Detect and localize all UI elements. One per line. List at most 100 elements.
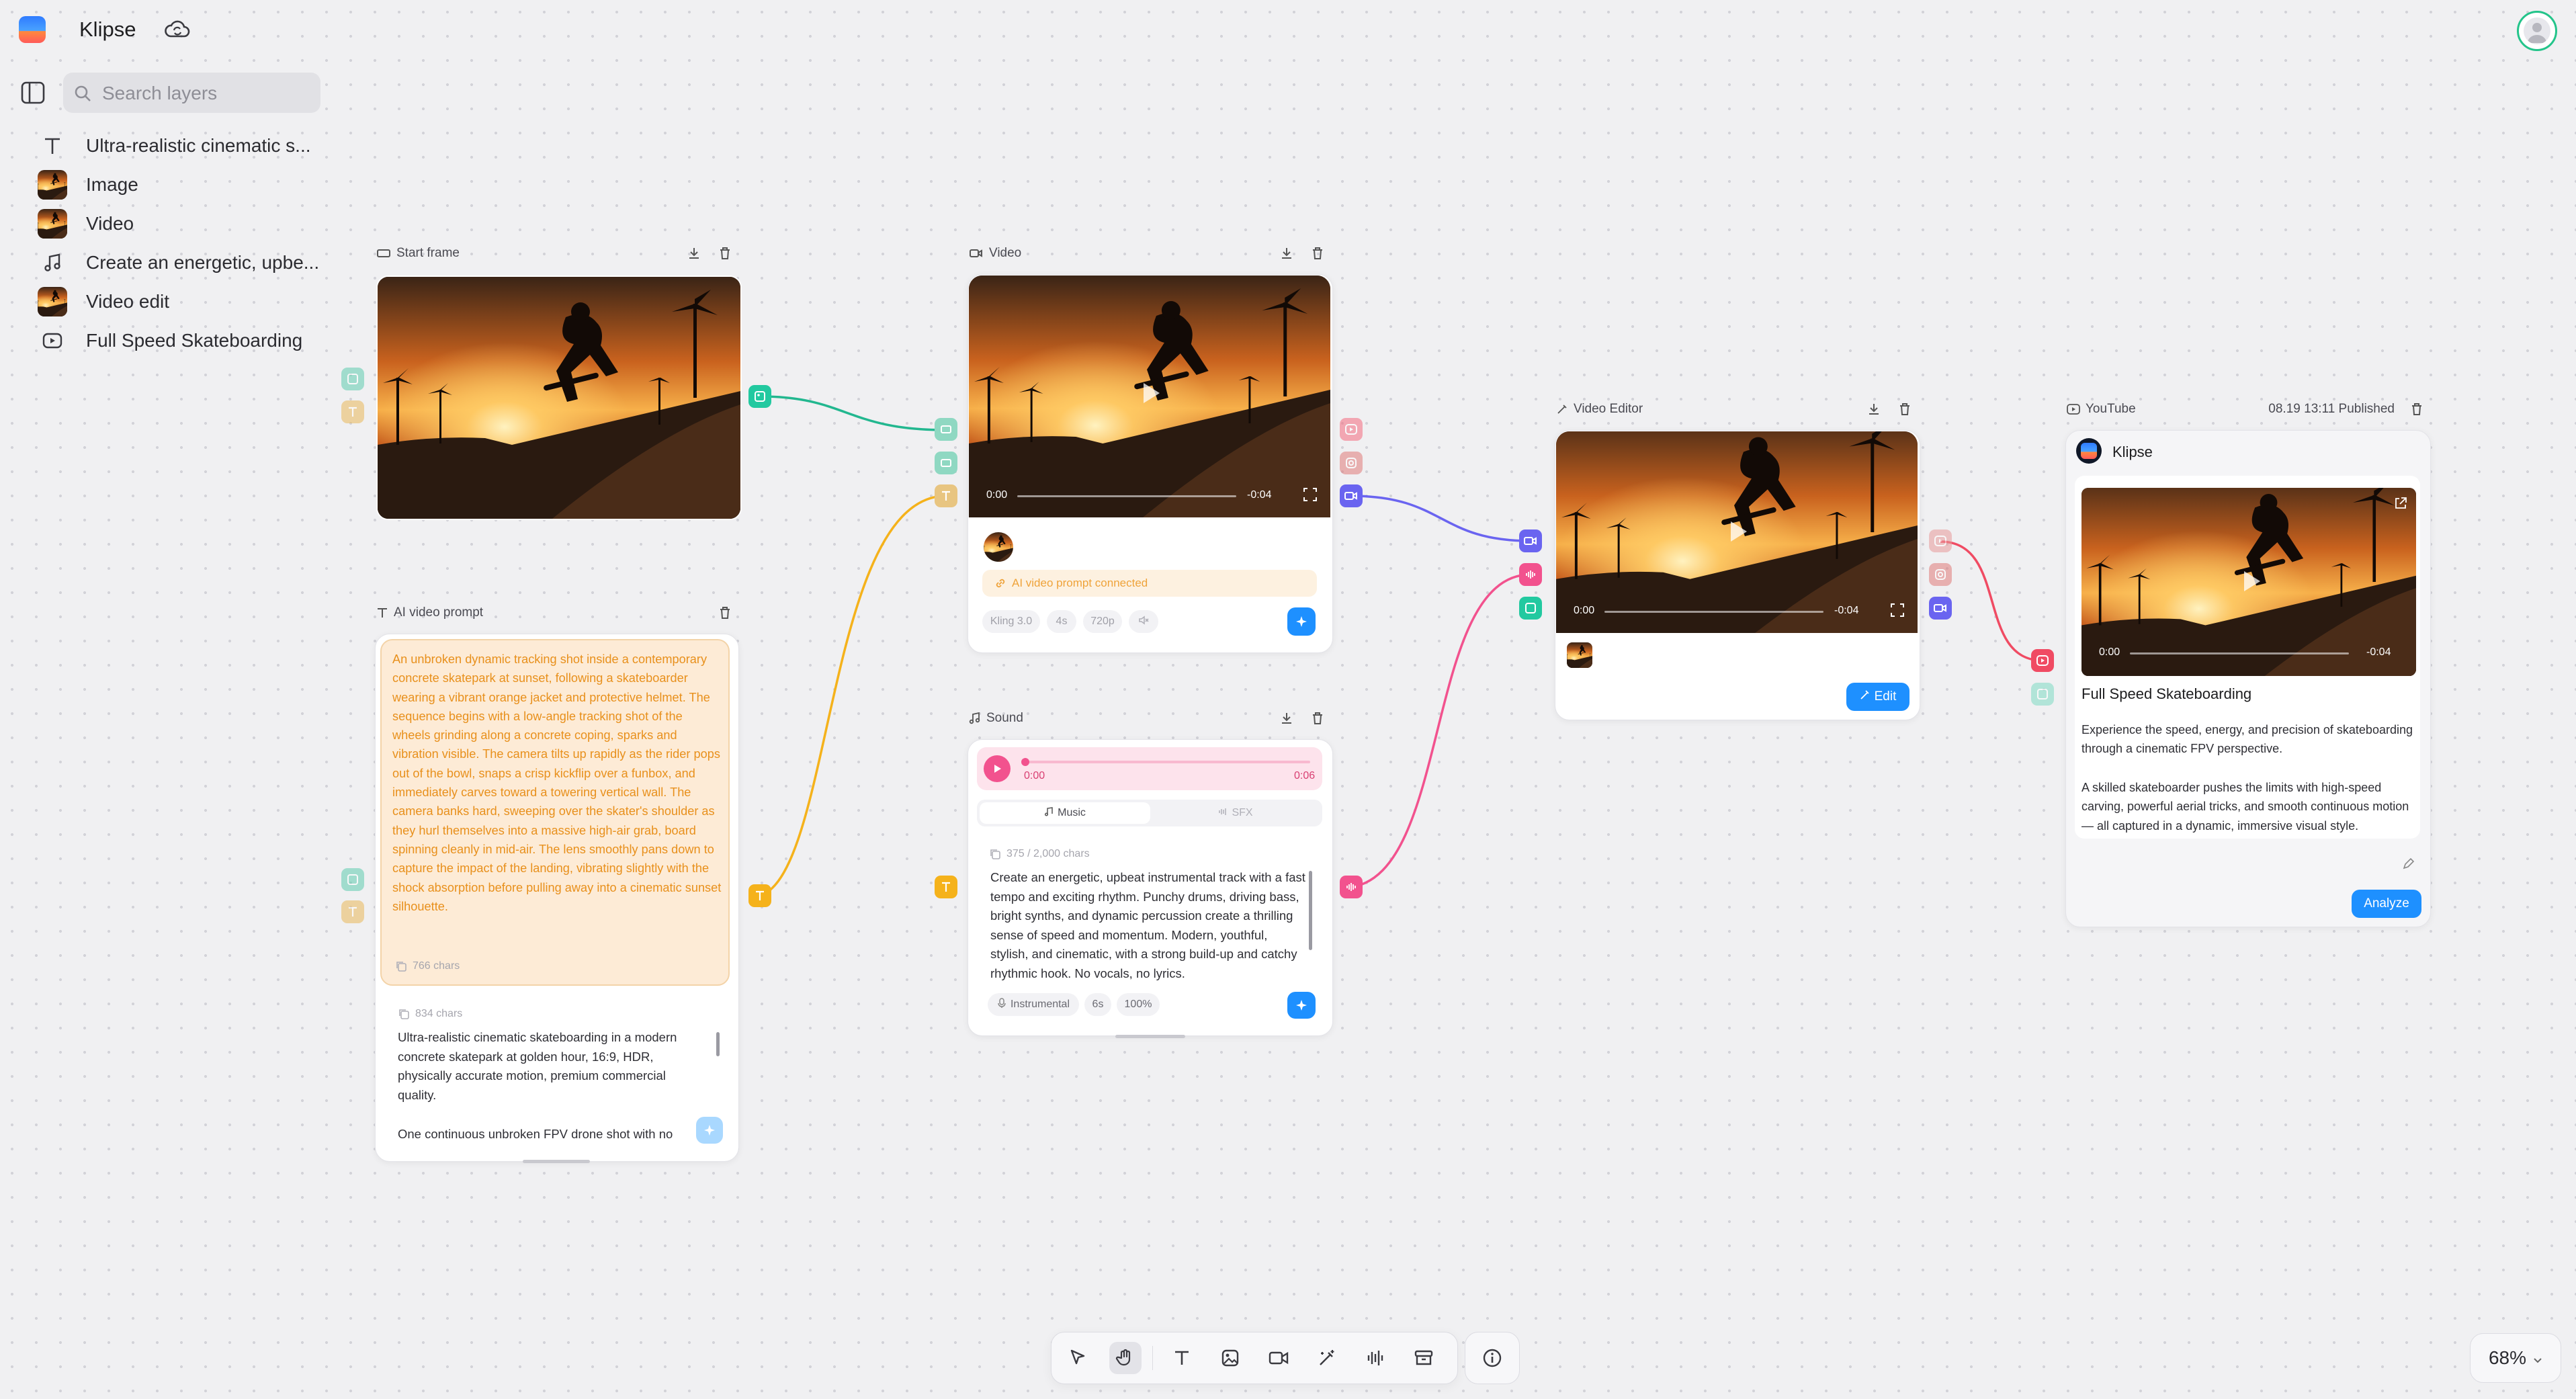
edit-button[interactable]: Edit [1846, 683, 1909, 711]
video-progress[interactable] [2130, 652, 2349, 654]
info-bar [1465, 1332, 1520, 1384]
play-button[interactable] [984, 755, 1011, 782]
download-icon[interactable] [1279, 711, 1294, 726]
play-icon[interactable] [1133, 376, 1166, 410]
trash-icon[interactable] [1310, 246, 1325, 261]
audio-time-start: 0:00 [1024, 770, 1045, 781]
thumbnail-input-port[interactable] [2031, 683, 2054, 706]
image-output-port[interactable] [748, 385, 771, 408]
text-output-port[interactable] [748, 884, 771, 907]
resize-handle[interactable] [1115, 1035, 1185, 1038]
start-frame-thumbnail[interactable] [982, 531, 1015, 563]
external-link-icon[interactable] [2393, 496, 2408, 514]
music-note-icon [1044, 806, 1054, 820]
channel-avatar [2076, 438, 2102, 464]
prompt-input-text[interactable]: Ultra-realistic cinematic skateboarding … [398, 1028, 699, 1105]
download-icon[interactable] [687, 246, 701, 261]
video-progress[interactable] [1017, 495, 1236, 497]
video-player[interactable]: 0:00 -0:04 [969, 275, 1330, 517]
channel-name: Klipse [2112, 443, 2153, 460]
edited-video-player[interactable]: 0:00 -0:04 [1556, 431, 1918, 633]
instrumental-toggle[interactable]: Instrumental [988, 993, 1079, 1016]
magic-wand-icon [1556, 403, 1568, 415]
audio-scrubber[interactable] [1021, 758, 1029, 766]
sound-duration-select[interactable]: 6s [1084, 993, 1111, 1016]
scrollbar[interactable] [716, 1032, 720, 1056]
scrollbar[interactable] [1309, 871, 1312, 950]
play-icon[interactable] [1720, 515, 1754, 548]
instagram-output-port[interactable] [1929, 563, 1952, 586]
resolution-select[interactable]: 720p [1083, 610, 1122, 633]
fullscreen-icon[interactable] [1302, 486, 1318, 506]
mute-toggle[interactable] [1129, 610, 1158, 633]
hand-icon[interactable] [1109, 1342, 1142, 1374]
edit-pencil-icon[interactable] [2401, 857, 2415, 874]
video-input-port[interactable] [2031, 649, 2054, 672]
text-input-port[interactable] [341, 400, 364, 423]
youtube-icon [2067, 404, 2080, 415]
pointer-icon[interactable] [1062, 1342, 1094, 1374]
youtube-video-player[interactable]: 0:00 -0:04 [2081, 488, 2416, 676]
video-input-port[interactable] [1519, 529, 1542, 552]
generate-sound-button[interactable] [1287, 992, 1316, 1019]
trash-icon[interactable] [1310, 711, 1325, 726]
audio-player[interactable]: 0:00 0:06 [977, 747, 1322, 790]
trash-icon[interactable] [1897, 402, 1912, 417]
image-icon[interactable] [1214, 1342, 1246, 1374]
prompt-input-text-cont[interactable]: One continuous unbroken FPV drone shot w… [398, 1125, 699, 1144]
source-clip-thumbnail[interactable] [1567, 642, 1592, 668]
microphone-icon [997, 997, 1006, 1012]
text-input-port[interactable] [935, 484, 957, 507]
video-output-port[interactable] [1929, 597, 1952, 620]
audio-progress[interactable] [1023, 761, 1310, 763]
instagram-output-port[interactable] [1340, 452, 1363, 474]
trash-icon[interactable] [718, 605, 732, 620]
download-icon[interactable] [1279, 246, 1294, 261]
image-input-port[interactable] [341, 868, 364, 891]
sound-volume-select[interactable]: 100% [1117, 993, 1160, 1016]
text-icon[interactable] [1166, 1342, 1198, 1374]
text-input-port[interactable] [935, 876, 957, 898]
generate-button[interactable] [696, 1117, 723, 1144]
download-icon[interactable] [1866, 402, 1881, 417]
archive-icon[interactable] [1408, 1342, 1440, 1374]
tab-sfx[interactable]: SFX [1152, 802, 1320, 824]
info-icon[interactable] [1476, 1342, 1508, 1374]
video-description-2: A skilled skateboarder pushes the limits… [2081, 781, 2409, 833]
time-end: -0:04 [1247, 489, 1272, 501]
copy-icon[interactable] [395, 960, 407, 972]
video-progress[interactable] [1604, 611, 1823, 613]
image-input-port[interactable] [341, 368, 364, 390]
youtube-output-port[interactable] [1340, 418, 1363, 441]
zoom-control[interactable]: 68% [2470, 1333, 2561, 1383]
end-frame-input-port[interactable] [935, 452, 957, 474]
start-frame-header: Start frame [376, 246, 732, 261]
analyze-button[interactable]: Analyze [2352, 890, 2421, 918]
image-input-port[interactable] [935, 418, 957, 441]
duration-select[interactable]: 4s [1047, 610, 1076, 633]
sound-prompt-text[interactable]: Create an energetic, upbeat instrumental… [990, 868, 1306, 984]
youtube-output-port[interactable] [1929, 529, 1952, 552]
text-input-port[interactable] [341, 900, 364, 923]
input-char-count: 834 chars [398, 1008, 462, 1020]
fullscreen-icon[interactable] [1889, 602, 1905, 622]
video-icon[interactable] [1262, 1342, 1295, 1374]
generate-video-button[interactable] [1287, 607, 1316, 636]
resize-handle[interactable] [523, 1160, 590, 1163]
magic-wand-icon[interactable] [1311, 1342, 1343, 1374]
copy-icon[interactable] [398, 1008, 410, 1020]
video-output-port[interactable] [1340, 484, 1363, 507]
image-input-port[interactable] [1519, 597, 1542, 620]
ai-prompt-header: AI video prompt [376, 605, 732, 620]
audio-output-port[interactable] [1340, 876, 1363, 898]
trash-icon[interactable] [2409, 402, 2424, 417]
generated-prompt-box[interactable]: An unbroken dynamic tracking shot inside… [380, 639, 730, 986]
tab-music[interactable]: Music [980, 802, 1150, 824]
audio-input-port[interactable] [1519, 563, 1542, 586]
audio-wave-icon[interactable] [1359, 1342, 1391, 1374]
copy-icon[interactable] [989, 848, 1001, 860]
start-frame-image[interactable] [376, 275, 742, 520]
play-icon[interactable] [2233, 564, 2267, 598]
model-select[interactable]: Kling 3.0 [982, 610, 1040, 633]
trash-icon[interactable] [718, 246, 732, 261]
